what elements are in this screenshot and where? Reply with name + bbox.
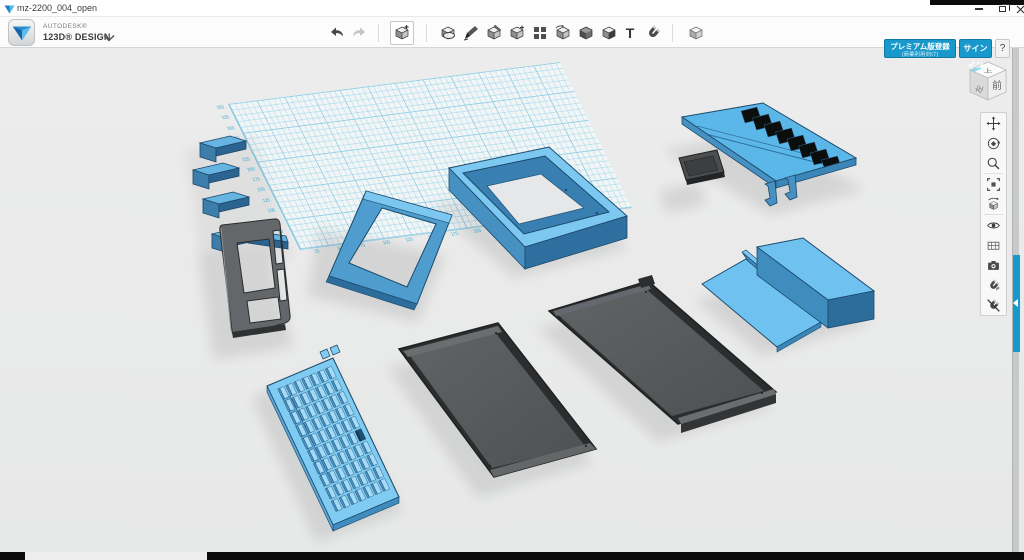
visibility-button[interactable] — [981, 215, 1006, 235]
orientation-icon — [986, 197, 1001, 212]
snap-off-icon — [986, 298, 1001, 313]
pen-icon — [462, 24, 480, 42]
zoom-icon — [986, 156, 1001, 171]
screenshot-button[interactable] — [981, 255, 1006, 275]
orbit-icon — [986, 136, 1001, 151]
fit-button[interactable] — [981, 174, 1006, 194]
123d-logo-icon — [10, 21, 34, 45]
view-cube-icon — [687, 24, 705, 42]
taskbar-sliver — [0, 552, 1024, 560]
premium-sublabel: (商業利用向け) — [885, 51, 955, 60]
panel-open-arrow-icon — [1013, 299, 1018, 307]
grid-icon — [986, 238, 1001, 253]
minimize-icon — [975, 8, 983, 10]
close-button[interactable] — [1009, 3, 1024, 15]
combine-icon — [554, 24, 572, 42]
viewcube[interactable]: 上 左 前 — [956, 56, 1020, 120]
snap-off-button[interactable] — [981, 295, 1006, 315]
eye-icon — [986, 218, 1001, 233]
chevron-down-icon — [103, 34, 115, 42]
snap-toggle-button[interactable] — [981, 275, 1006, 295]
text-button[interactable]: T — [620, 23, 640, 43]
grid-units-button[interactable] — [981, 235, 1006, 255]
sketch-pen-button[interactable] — [461, 23, 481, 43]
panel-slide-handle[interactable] — [1013, 255, 1020, 352]
fit-icon — [986, 177, 1001, 192]
right-panel-rail[interactable] — [1012, 48, 1019, 552]
toolbar-separator — [672, 24, 673, 42]
construct-icon — [485, 24, 503, 42]
brand-123d-design: 123D® DESIGN — [43, 32, 111, 42]
redo-button[interactable] — [350, 23, 370, 43]
primitives-icon — [393, 24, 411, 42]
orbit-button[interactable] — [981, 133, 1006, 153]
window-title: mz-2200_004_open — [17, 3, 97, 13]
viewcube-front-label: 前 — [992, 79, 1002, 92]
close-icon — [1016, 5, 1024, 14]
brand-text: AUTODESK® 123D® DESIGN — [43, 22, 111, 42]
pattern-icon — [531, 24, 549, 42]
measure-icon — [577, 24, 595, 42]
sketch-button[interactable] — [438, 23, 458, 43]
viewport-3d[interactable]: 2525505075751001001251251501501751752002… — [0, 48, 1024, 552]
toolbar-separator — [426, 24, 427, 42]
snap-button[interactable] — [643, 23, 663, 43]
main-menu-dropdown[interactable] — [103, 29, 115, 47]
combine-button[interactable] — [553, 23, 573, 43]
redo-icon — [351, 24, 369, 42]
undo-button[interactable] — [326, 23, 346, 43]
zoom-button[interactable] — [981, 153, 1006, 173]
brand-autodesk: AUTODESK® — [43, 22, 111, 32]
undo-icon — [327, 24, 345, 42]
primitives-button[interactable] — [390, 21, 414, 45]
pan-icon — [986, 116, 1001, 131]
modify-icon — [508, 24, 526, 42]
titlebar: mz-2200_004_open — [0, 0, 1024, 16]
svg-text:T: T — [626, 25, 635, 41]
scene-3d — [0, 48, 1024, 552]
modify-button[interactable] — [507, 23, 527, 43]
view-button[interactable] — [686, 23, 706, 43]
viewcube-top-label: 上 — [984, 68, 994, 75]
sketch-lasso-icon — [439, 24, 457, 42]
material-button[interactable] — [599, 23, 619, 43]
premium-register-button[interactable]: プレミアム版登録 (商業利用向け) — [884, 39, 956, 58]
material-icon — [600, 24, 618, 42]
maximize-icon — [999, 6, 1006, 12]
measure-button[interactable] — [576, 23, 596, 43]
text-tool-icon: T — [621, 24, 639, 42]
premium-label: プレミアム版登録 — [885, 42, 955, 51]
app-menu-button[interactable] — [8, 19, 35, 46]
magnet-icon — [644, 24, 662, 42]
main-toolbar: AUTODESK® 123D® DESIGN — [0, 16, 1024, 48]
taskbar-app-segment[interactable] — [25, 552, 207, 560]
app-window: mz-2200_004_open AUTODESK® 123D® DESIGN — [0, 0, 1024, 560]
pan-button[interactable] — [981, 113, 1006, 133]
app-icon — [4, 2, 15, 20]
help-button[interactable]: ? — [995, 39, 1010, 58]
minimize-button[interactable] — [968, 3, 990, 15]
snap-magnet-icon — [986, 278, 1001, 293]
camera-icon — [986, 258, 1001, 273]
pattern-button[interactable] — [530, 23, 550, 43]
orientation-button[interactable] — [981, 194, 1006, 214]
signin-button[interactable]: サインイン — [959, 39, 992, 58]
construct-button[interactable] — [484, 23, 504, 43]
navigation-toolbar — [980, 112, 1007, 316]
toolbar-separator — [378, 24, 379, 42]
